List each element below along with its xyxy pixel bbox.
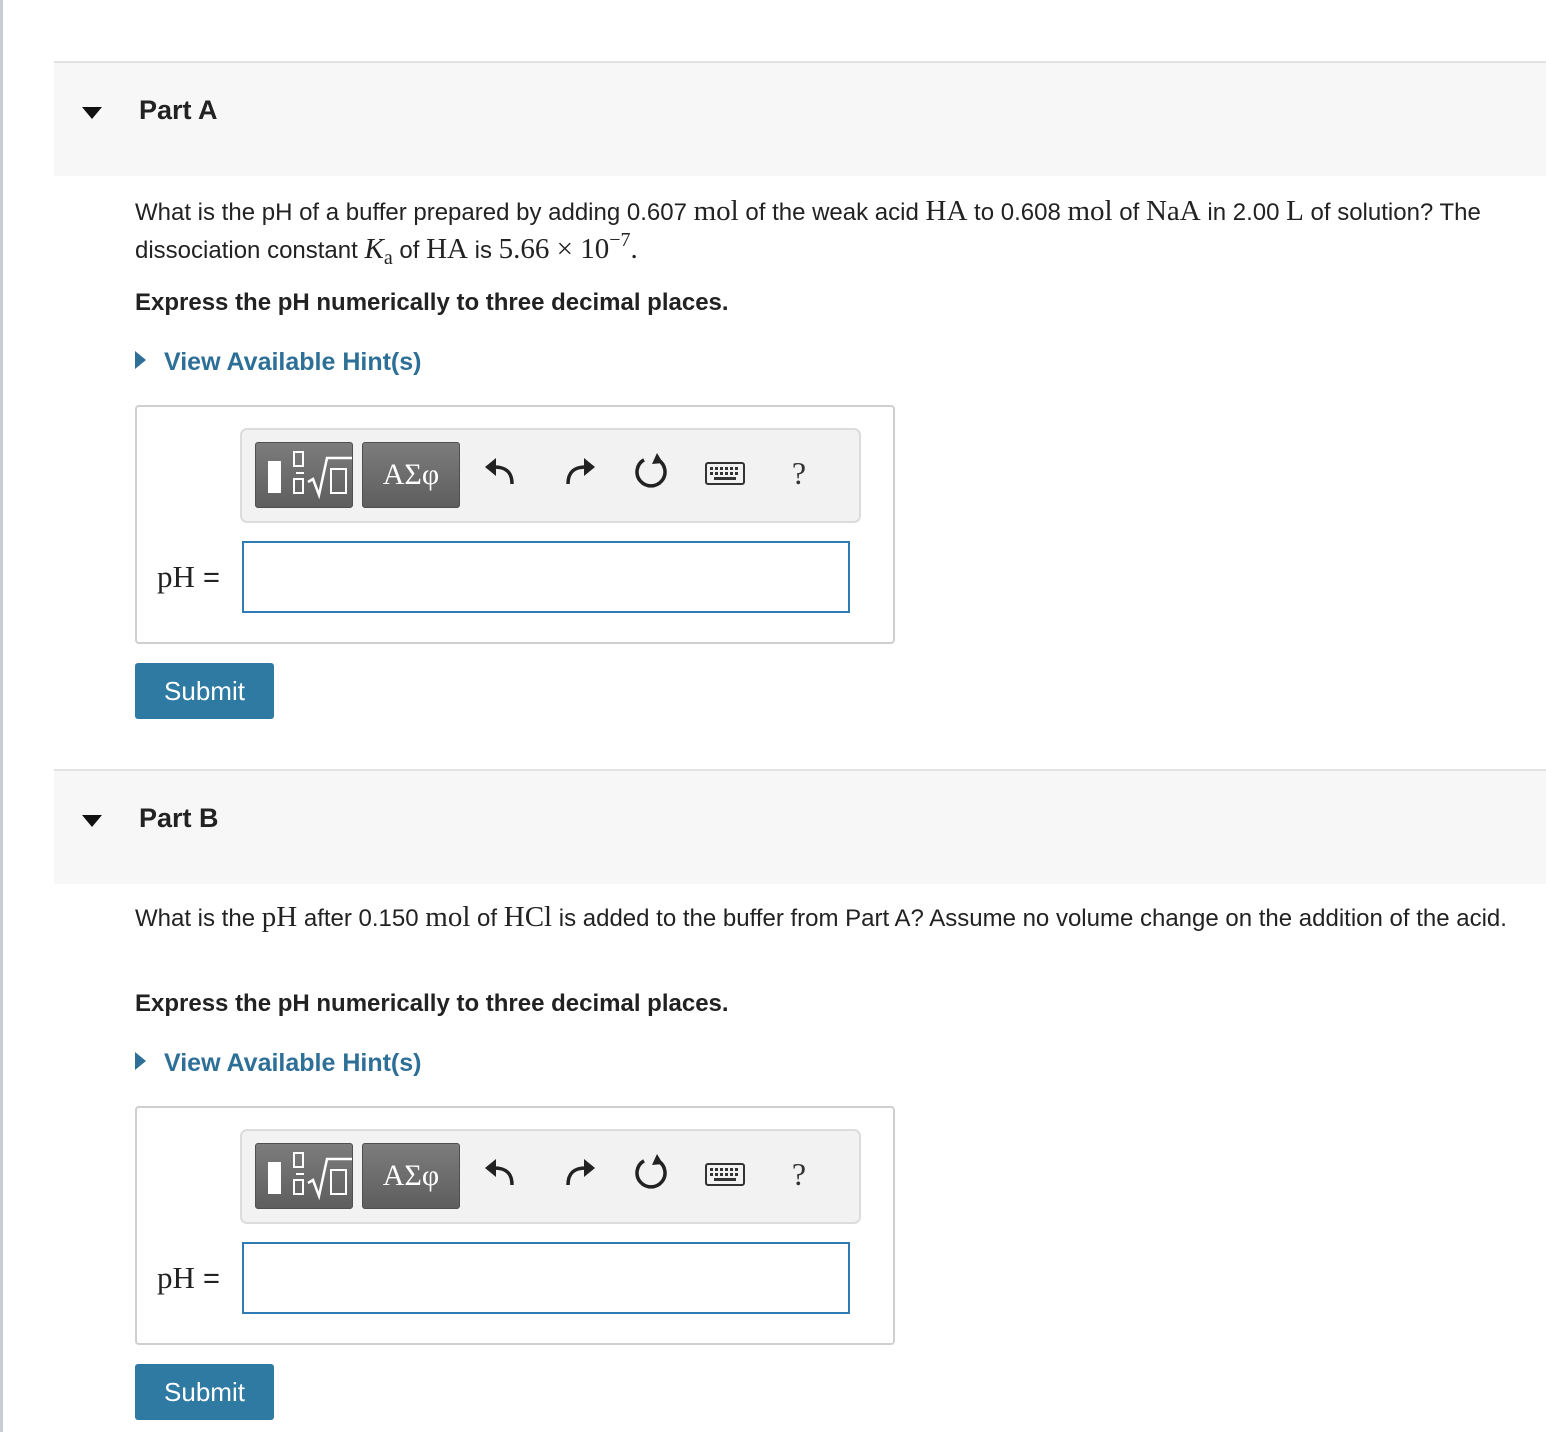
square-root-icon [293, 451, 352, 500]
hint-label: View Available Hint(s) [164, 348, 422, 376]
ph-answer-input[interactable] [242, 541, 850, 613]
greek-symbols-button[interactable]: ΑΣφ [362, 442, 460, 508]
math-unit: mol [425, 901, 471, 933]
template-block-icon [268, 461, 281, 493]
question-text: is [467, 237, 499, 264]
redo-icon[interactable] [554, 1151, 600, 1197]
templates-button[interactable] [255, 442, 353, 508]
left-border [0, 0, 3, 1432]
ka-subscript: a [383, 247, 393, 269]
question-text: What is the [135, 905, 262, 932]
square-root-icon [293, 1152, 352, 1201]
equals-sign: = [194, 1263, 220, 1295]
expand-triangle-icon [135, 351, 146, 370]
ka-value: 5.66 × 10 [498, 233, 610, 265]
part-a-header[interactable]: Part A [54, 61, 1546, 176]
math-formula: HA [426, 233, 468, 265]
ph-symbol: pH [157, 1260, 195, 1295]
part-a-submit-button[interactable]: Submit [135, 663, 274, 719]
question-text: What is the pH of a buffer prepared by a… [135, 199, 694, 226]
part-b-submit-button[interactable]: Submit [135, 1364, 274, 1420]
reset-icon[interactable] [628, 450, 674, 496]
math-formula: pH [261, 901, 298, 933]
math-formula: HA [925, 195, 968, 227]
part-a-instruction: Express the pH numerically to three deci… [135, 289, 729, 316]
undo-icon[interactable] [480, 1151, 526, 1197]
part-b-answer-box: ΑΣφ ? pH = [135, 1106, 895, 1345]
question-text: of the weak acid [738, 199, 926, 226]
math-formula: HCl [503, 901, 553, 933]
collapse-triangle-icon[interactable] [82, 107, 102, 119]
answer-label: pH = [157, 1260, 220, 1296]
math-formula: NaA [1145, 195, 1201, 227]
part-a-title: Part A [139, 95, 218, 125]
ph-symbol: pH [157, 559, 195, 594]
part-a-question: What is the pH of a buffer prepared by a… [135, 193, 1535, 271]
equals-sign: = [194, 562, 220, 594]
keyboard-icon[interactable] [702, 450, 748, 496]
template-block-icon [268, 1162, 281, 1194]
ka-symbol: K [364, 233, 384, 265]
part-b-question: What is the pH after 0.150 mol of HCl is… [135, 901, 1535, 935]
answer-label: pH = [157, 559, 220, 595]
math-unit: L [1286, 195, 1304, 227]
collapse-triangle-icon[interactable] [82, 815, 102, 827]
question-text: after 0.150 [297, 905, 426, 932]
expand-triangle-icon [135, 1052, 146, 1071]
ka-exponent: −7 [609, 229, 631, 251]
help-button[interactable]: ? [776, 1151, 822, 1197]
question-text: in 2.00 [1200, 199, 1287, 226]
part-b-title: Part B [139, 803, 219, 833]
ph-answer-input[interactable] [242, 1242, 850, 1314]
reset-icon[interactable] [628, 1151, 674, 1197]
question-text: to 0.608 [967, 199, 1068, 226]
math-toolbar: ΑΣφ ? [240, 1129, 861, 1224]
question-text: is added to the buffer from Part A? Assu… [552, 905, 1507, 932]
math-unit: mol [1067, 195, 1113, 227]
hint-label: View Available Hint(s) [164, 1049, 422, 1077]
part-b-instruction: Express the pH numerically to three deci… [135, 990, 729, 1017]
question-text: of [1112, 199, 1146, 226]
greek-symbols-button[interactable]: ΑΣφ [362, 1143, 460, 1209]
question-text: . [630, 233, 638, 265]
undo-icon[interactable] [480, 450, 526, 496]
keyboard-icon[interactable] [702, 1151, 748, 1197]
part-a-answer-box: ΑΣφ ? pH = [135, 405, 895, 644]
part-b-hint-link[interactable]: View Available Hint(s) [135, 1049, 421, 1078]
help-button[interactable]: ? [776, 450, 822, 496]
math-unit: mol [693, 195, 739, 227]
redo-icon[interactable] [554, 450, 600, 496]
part-b-header[interactable]: Part B [54, 769, 1546, 884]
math-toolbar: ΑΣφ ? [240, 428, 861, 523]
part-a-hint-link[interactable]: View Available Hint(s) [135, 348, 421, 377]
question-text: of [392, 237, 427, 264]
question-text: of [470, 905, 504, 932]
templates-button[interactable] [255, 1143, 353, 1209]
